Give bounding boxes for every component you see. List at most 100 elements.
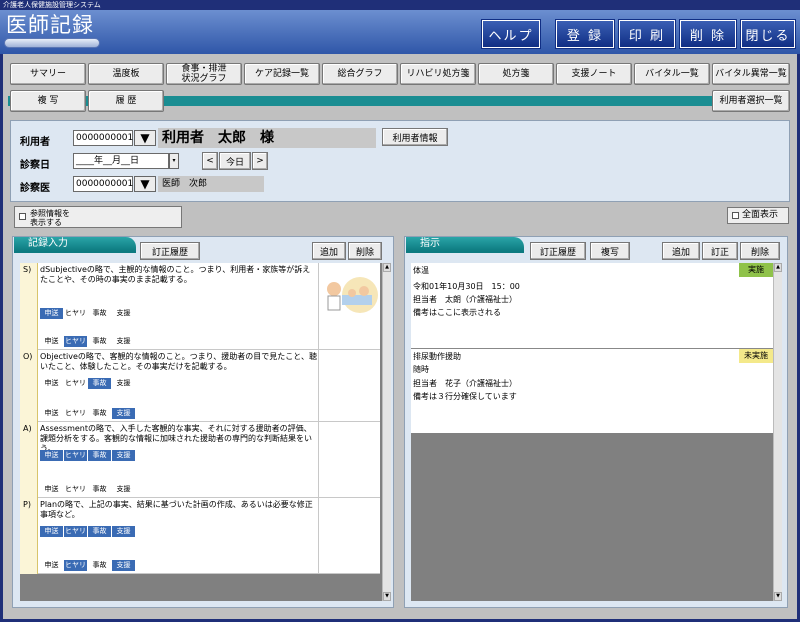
- tag-chip[interactable]: 事故: [88, 526, 111, 537]
- reference-checkbox[interactable]: [19, 213, 26, 220]
- tag-chip[interactable]: 申送: [40, 526, 63, 537]
- help-button[interactable]: ヘルプ: [481, 19, 541, 49]
- scroll-down-icon[interactable]: ▼: [774, 592, 782, 601]
- tag-chip[interactable]: 事故: [88, 450, 111, 461]
- soap-entry[interactable]: O) Objectiveの略で、客観的な情報のこと。つまり、援助者の目で見たこと、…: [20, 350, 380, 422]
- doctor-id-field[interactable]: 0000000001: [73, 176, 133, 192]
- instruction-delete-button[interactable]: 削除: [740, 242, 780, 260]
- tag-chip[interactable]: 申送: [40, 378, 63, 389]
- instruction-copy-button[interactable]: 複写: [590, 242, 630, 260]
- tab-temperature-chart[interactable]: 温度板: [88, 63, 164, 85]
- tag-chip[interactable]: 支援: [112, 408, 135, 419]
- instruction-scrollbar[interactable]: ▲ ▼: [773, 263, 782, 601]
- soap-letter: P): [20, 498, 38, 574]
- instruction-correct-button[interactable]: 訂正: [702, 242, 738, 260]
- tag-chip[interactable]: 支援: [112, 484, 135, 495]
- instruction-title: 指示: [406, 237, 524, 251]
- register-button[interactable]: 登 録: [555, 19, 615, 49]
- instruction-card[interactable]: 体温 実施 令和01年10月30日 15：00 担当者 太朗（介護福祉士） 備考…: [411, 263, 773, 349]
- status-badge: 実施: [739, 263, 773, 277]
- user-id-field[interactable]: 0000000001: [73, 130, 133, 146]
- tag-chip[interactable]: 事故: [88, 378, 111, 389]
- tab-vital-list[interactable]: バイタル一覧: [634, 63, 710, 85]
- scroll-up-icon[interactable]: ▲: [383, 263, 391, 272]
- soap-letter: A): [20, 422, 38, 498]
- instruction-fix-history-button[interactable]: 訂正履歴: [530, 242, 586, 260]
- user-dropdown-button[interactable]: ▼: [134, 130, 156, 146]
- tag-chip[interactable]: 申送: [40, 336, 63, 347]
- tag-chips: 申送 ヒヤリ 事故 支援: [40, 408, 135, 419]
- tag-chip[interactable]: 申送: [40, 484, 63, 495]
- tag-chip[interactable]: 事故: [88, 408, 111, 419]
- tab-support-note[interactable]: 支援ノート: [556, 63, 632, 85]
- record-delete-button[interactable]: 削除: [348, 242, 382, 260]
- tag-chip[interactable]: ヒヤリ: [64, 526, 87, 537]
- tag-chips: 申送 ヒヤリ 事故 支援: [40, 308, 135, 319]
- tag-chip[interactable]: ヒヤリ: [64, 336, 87, 347]
- tab-rehab-prescription[interactable]: リハビリ処方箋: [400, 63, 476, 85]
- doctor-name: 医師 次郎: [158, 176, 264, 192]
- close-button[interactable]: 閉じる: [740, 19, 796, 49]
- next-date-button[interactable]: >: [252, 152, 268, 170]
- instruction-add-button[interactable]: 追加: [662, 242, 700, 260]
- tag-chip[interactable]: ヒヤリ: [64, 484, 87, 495]
- prev-date-button[interactable]: <: [202, 152, 218, 170]
- soap-text[interactable]: dSubjectiveの略で、主観的な情報のこと。つまり、利用者・家族等が訴えた…: [40, 265, 318, 285]
- tag-chip[interactable]: ヒヤリ: [64, 378, 87, 389]
- soap-text[interactable]: Planの略で、上記の事実、結果に基づいた計画の作成、あるいは必要な修正事項など…: [40, 500, 318, 520]
- tag-chip[interactable]: ヒヤリ: [64, 308, 87, 319]
- tab-total-graph[interactable]: 総合グラフ: [322, 63, 398, 85]
- tag-chip[interactable]: 事故: [88, 308, 111, 319]
- doctor-dropdown-button[interactable]: ▼: [134, 176, 156, 192]
- tag-chip[interactable]: ヒヤリ: [64, 450, 87, 461]
- tab-summary[interactable]: サマリー: [10, 63, 86, 85]
- tab-vital-abnormal-list[interactable]: バイタル異常一覧: [712, 63, 790, 85]
- soap-entry[interactable]: A) Assessmentの略で、入手した客観的な事実、それに対する援助者の評価、…: [20, 422, 380, 498]
- fullscreen-toggle[interactable]: 全面表示: [727, 207, 789, 224]
- tag-chip[interactable]: 申送: [40, 408, 63, 419]
- tag-chip[interactable]: 事故: [88, 484, 111, 495]
- tag-chip[interactable]: 申送: [40, 308, 63, 319]
- tag-chip[interactable]: 申送: [40, 560, 63, 571]
- record-list: S) dSubjectiveの略で、主観的な情報のこと。つまり、利用者・家族等が訴…: [20, 263, 391, 601]
- tab-user-select-list[interactable]: 利用者選択一覧: [712, 90, 790, 112]
- record-fix-history-button[interactable]: 訂正履歴: [140, 242, 200, 260]
- user-info-button[interactable]: 利用者情報: [382, 128, 448, 146]
- tag-chip[interactable]: 支援: [112, 308, 135, 319]
- tag-chip[interactable]: 支援: [112, 378, 135, 389]
- instruction-list: 体温 実施 令和01年10月30日 15：00 担当者 太朗（介護福祉士） 備考…: [411, 263, 782, 601]
- reference-toggle[interactable]: 参照情報を 表示する: [14, 206, 182, 228]
- scroll-down-icon[interactable]: ▼: [383, 592, 391, 601]
- soap-entry[interactable]: S) dSubjectiveの略で、主観的な情報のこと。つまり、利用者・家族等が訴…: [20, 263, 380, 350]
- tab-history[interactable]: 履 歴: [88, 90, 164, 112]
- tab-care-records[interactable]: ケア記録一覧: [244, 63, 320, 85]
- tag-chip[interactable]: 支援: [112, 336, 135, 347]
- instruction-card[interactable]: 排尿動作援助 未実施 随時 担当者 花子（介護福祉士） 備考は３行分確保していま…: [411, 349, 773, 433]
- record-scrollbar[interactable]: ▲ ▼: [382, 263, 391, 601]
- tab-prescription[interactable]: 処方箋: [478, 63, 554, 85]
- tag-chip[interactable]: 支援: [112, 450, 135, 461]
- record-add-button[interactable]: 追加: [312, 242, 346, 260]
- delete-button[interactable]: 削 除: [679, 19, 737, 49]
- date-spin-icon[interactable]: ▾: [169, 153, 179, 169]
- tag-chip[interactable]: ヒヤリ: [64, 560, 87, 571]
- record-tab-line: [14, 251, 136, 253]
- fullscreen-checkbox[interactable]: [732, 212, 739, 219]
- app-title: 医師記録: [6, 13, 94, 37]
- tag-chip[interactable]: 支援: [112, 526, 135, 537]
- soap-entry[interactable]: P) Planの略で、上記の事実、結果に基づいた計画の作成、あるいは必要な修正事項…: [20, 498, 380, 574]
- tag-chip[interactable]: 支援: [112, 560, 135, 571]
- tag-chips: 申送 ヒヤリ 事故 支援: [40, 450, 135, 461]
- today-button[interactable]: 今日: [219, 152, 251, 170]
- tag-chip[interactable]: ヒヤリ: [64, 408, 87, 419]
- soap-text[interactable]: Objectiveの略で、客観的な情報のこと。つまり、援助者の目で見たこと、聴い…: [40, 352, 318, 372]
- tag-chip[interactable]: 事故: [88, 560, 111, 571]
- print-button[interactable]: 印 刷: [618, 19, 676, 49]
- tag-chip[interactable]: 申送: [40, 450, 63, 461]
- exam-date-field[interactable]: ____年__月__日: [73, 153, 169, 169]
- tab-meal-excretion-graph[interactable]: 食事・排泄 状況グラフ: [166, 63, 242, 85]
- tag-chip[interactable]: 事故: [88, 336, 111, 347]
- instruction-card-title: 排尿動作援助: [413, 352, 461, 361]
- tab-copy[interactable]: 複 写: [10, 90, 86, 112]
- scroll-up-icon[interactable]: ▲: [774, 263, 782, 272]
